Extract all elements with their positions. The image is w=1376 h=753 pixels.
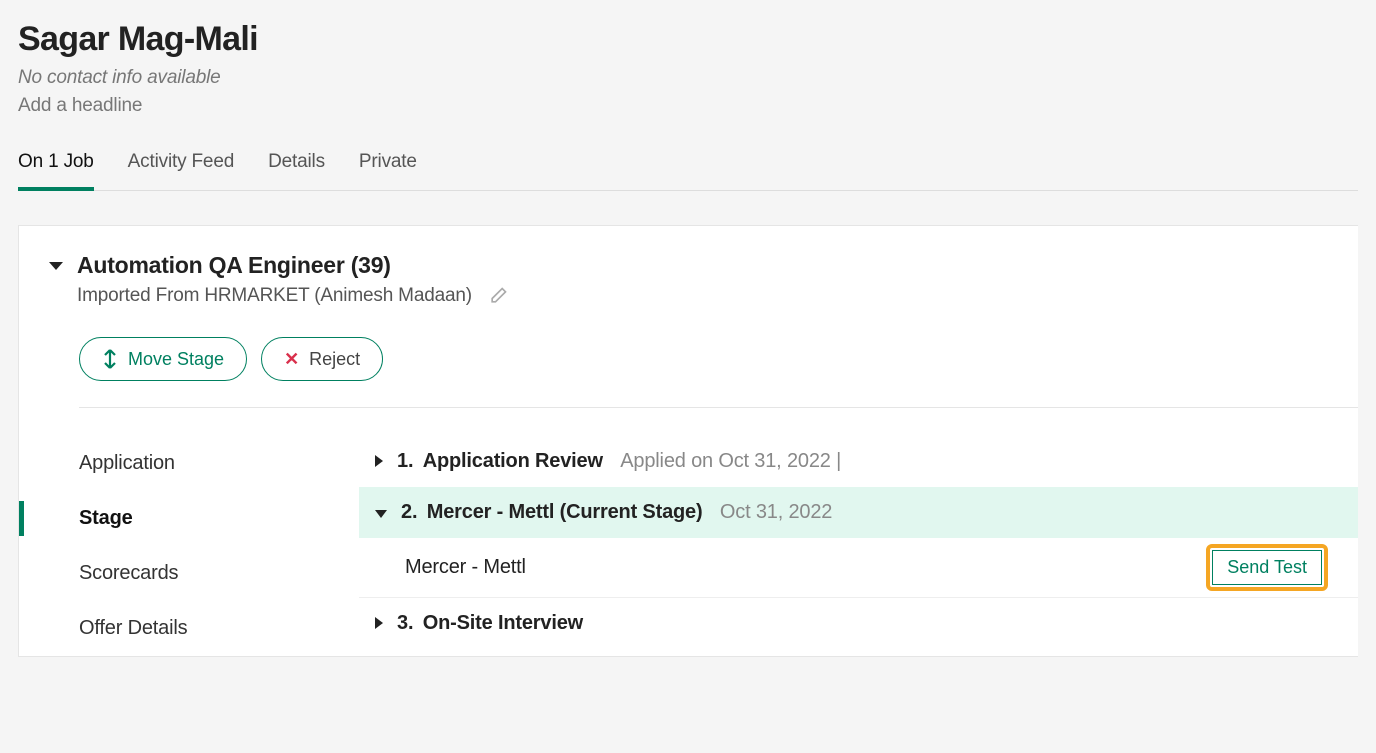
side-nav: Application Stage Scorecards Offer Detai… <box>49 436 359 656</box>
candidate-name: Sagar Mag-Mali <box>18 20 1358 59</box>
stage-sub-label: Mercer - Mettl <box>405 556 526 579</box>
job-title: Automation QA Engineer (39) <box>77 252 508 279</box>
stage-meta: Oct 31, 2022 <box>720 501 832 523</box>
job-source-text: Imported From HRMARKET (Animesh Madaan) <box>77 285 472 307</box>
expand-icon <box>375 612 383 635</box>
send-test-button[interactable]: Send Test <box>1212 550 1322 585</box>
move-stage-label: Move Stage <box>128 349 224 370</box>
side-nav-scorecards[interactable]: Scorecards <box>79 546 359 601</box>
side-nav-stage[interactable]: Stage <box>79 491 359 546</box>
stage-label: Application Review <box>423 450 603 472</box>
reject-icon: ✕ <box>284 349 299 370</box>
stage-sub-mercer-mettl: Mercer - Mettl Send Test <box>359 538 1358 598</box>
tab-details[interactable]: Details <box>268 141 325 191</box>
contact-info: No contact info available <box>18 67 1358 89</box>
move-stage-button[interactable]: Move Stage <box>79 337 247 381</box>
stage-on-site-interview[interactable]: 3. On-Site Interview <box>359 598 1358 649</box>
collapse-job-icon[interactable] <box>49 252 63 275</box>
stage-number: 2. <box>401 501 417 523</box>
stage-number: 1. <box>397 450 413 472</box>
add-headline-link[interactable]: Add a headline <box>18 95 1358 117</box>
divider <box>79 407 1358 408</box>
stage-number: 3. <box>397 612 413 634</box>
stage-application-review[interactable]: 1. Application Review Applied on Oct 31,… <box>359 436 1358 487</box>
reject-label: Reject <box>309 349 360 370</box>
tab-on-job[interactable]: On 1 Job <box>18 141 94 191</box>
job-card: Automation QA Engineer (39) Imported Fro… <box>18 225 1358 657</box>
stage-label: On-Site Interview <box>423 612 583 634</box>
stage-meta: Applied on Oct 31, 2022 | <box>620 450 841 472</box>
tab-private[interactable]: Private <box>359 141 417 191</box>
stages-panel: 1. Application Review Applied on Oct 31,… <box>359 436 1358 656</box>
reject-button[interactable]: ✕ Reject <box>261 337 383 381</box>
collapse-icon <box>375 501 387 524</box>
side-nav-application[interactable]: Application <box>79 436 359 491</box>
side-nav-offer-details[interactable]: Offer Details <box>79 601 359 656</box>
tabs: On 1 Job Activity Feed Details Private <box>18 141 1358 191</box>
tab-activity-feed[interactable]: Activity Feed <box>128 141 234 191</box>
stage-label: Mercer - Mettl (Current Stage) <box>427 501 703 523</box>
edit-source-icon[interactable] <box>488 286 508 306</box>
expand-icon <box>375 450 383 473</box>
stage-mercer-mettl[interactable]: 2. Mercer - Mettl (Current Stage) Oct 31… <box>359 487 1358 538</box>
move-stage-icon <box>102 348 118 370</box>
